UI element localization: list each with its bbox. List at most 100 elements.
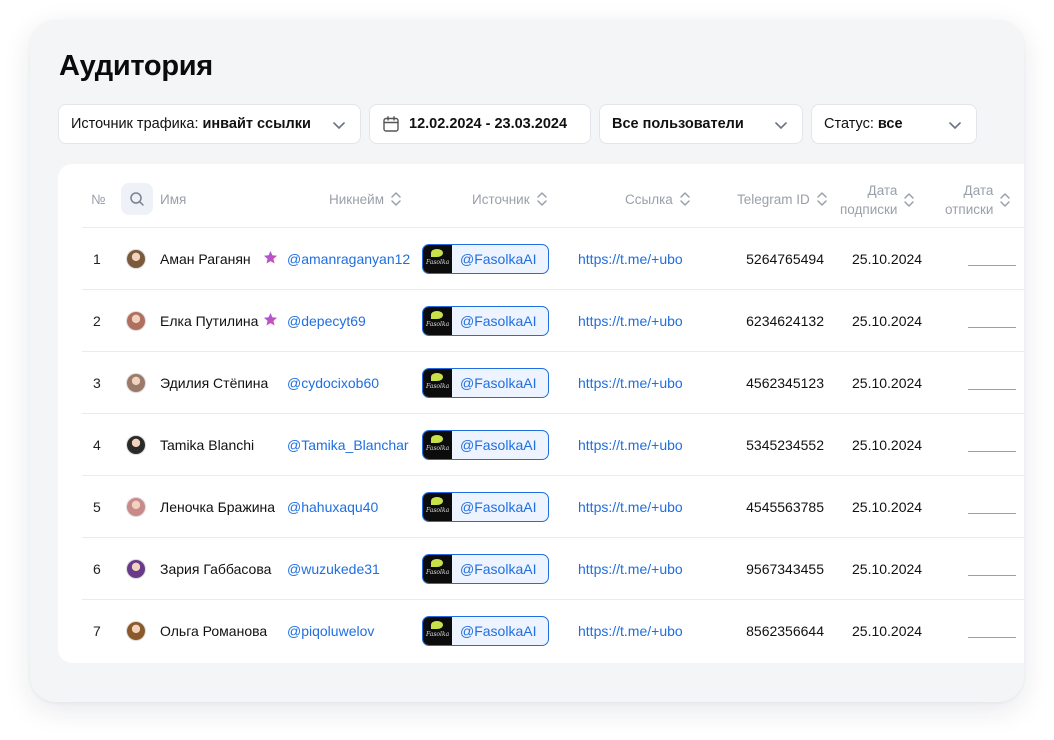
col-link-sort[interactable]: Ссылка xyxy=(625,191,691,207)
nickname-link[interactable]: @Tamika_Blanchar xyxy=(287,437,409,453)
source-chip[interactable]: Fasolka @FasolkaAI xyxy=(422,306,549,336)
table-row[interactable]: 2 Елка Путилина @depecyt69 Fasolka @FasolkaA… xyxy=(82,289,1024,351)
table-row[interactable]: 1 Аман Раганян @amanraganyan12 Fasolka @Faso… xyxy=(82,227,1024,289)
subscription-date: 25.10.2024 xyxy=(852,313,923,329)
users-select-value: Все пользователи xyxy=(612,116,744,132)
table-row[interactable]: 4 Tamika Blanchi @Tamika_Blanchar Fasolka @F… xyxy=(82,413,1024,475)
user-name: Зария Габбасова xyxy=(160,561,272,577)
row-number: 5 xyxy=(93,499,101,515)
col-unsub-date-line2: отписки xyxy=(945,202,994,217)
avatar xyxy=(126,621,146,641)
unsubscription-date-empty xyxy=(968,513,1016,514)
col-name: Имя xyxy=(160,192,187,207)
chevron-down-icon xyxy=(949,122,961,129)
invite-link[interactable]: https://t.me/+ubo xyxy=(578,437,683,453)
col-sub-date-sort[interactable]: Дата подписки xyxy=(840,181,915,219)
col-unsub-date-sort[interactable]: Дата отписки xyxy=(945,181,1011,219)
audience-table: № Имя Никнейм Источник Ссылка Telegram I… xyxy=(58,164,1024,663)
unsubscription-date-empty xyxy=(968,389,1016,390)
col-unsub-date-line1: Дата xyxy=(963,183,994,198)
source-handle: @FasolkaAI xyxy=(460,437,537,453)
col-nickname-sort[interactable]: Никнейм xyxy=(329,191,402,207)
nickname-link[interactable]: @depecyt69 xyxy=(287,313,366,329)
nickname-link[interactable]: @piqoluwelov xyxy=(287,623,374,639)
nickname-link[interactable]: @cydocixob60 xyxy=(287,375,379,391)
col-source-sort[interactable]: Источник xyxy=(472,191,548,207)
invite-link[interactable]: https://t.me/+ubo xyxy=(578,623,683,639)
nickname-link[interactable]: @wuzukede31 xyxy=(287,561,380,577)
row-number: 1 xyxy=(93,251,101,267)
source-chip[interactable]: Fasolka @FasolkaAI xyxy=(422,554,549,584)
unsubscription-date-empty xyxy=(968,327,1016,328)
status-value: все xyxy=(877,116,903,132)
source-handle: @FasolkaAI xyxy=(460,375,537,391)
telegram-id: 5264765494 xyxy=(746,251,824,267)
nickname-link[interactable]: @hahuxaqu40 xyxy=(287,499,378,515)
calendar-icon xyxy=(383,116,399,132)
invite-link[interactable]: https://t.me/+ubo xyxy=(578,251,683,267)
table-row[interactable]: 5 Леночка Бражина @hahuxaqu40 Fasolka @Fasol… xyxy=(82,475,1024,537)
fasolka-logo-icon: Fasolka xyxy=(423,617,452,645)
source-chip[interactable]: Fasolka @FasolkaAI xyxy=(422,492,549,522)
avatar xyxy=(126,435,146,455)
fasolka-logo-icon: Fasolka xyxy=(423,493,452,521)
telegram-id: 4562345123 xyxy=(746,375,824,391)
premium-star-icon xyxy=(263,312,278,326)
users-select[interactable]: Все пользователи xyxy=(599,104,803,144)
col-telegram-id-sort[interactable]: Telegram ID xyxy=(737,191,828,207)
telegram-id: 9567343455 xyxy=(746,561,824,577)
table-header: № Имя Никнейм Источник Ссылка Telegram I… xyxy=(58,164,1024,228)
source-handle: @FasolkaAI xyxy=(460,251,537,267)
sort-icon xyxy=(680,192,690,206)
invite-link[interactable]: https://t.me/+ubo xyxy=(578,313,683,329)
subscription-date: 25.10.2024 xyxy=(852,561,923,577)
user-name: Елка Путилина xyxy=(160,313,259,329)
unsubscription-date-empty xyxy=(968,637,1016,638)
col-telegram-id: Telegram ID xyxy=(737,191,810,207)
avatar xyxy=(126,559,146,579)
fasolka-logo-icon: Fasolka xyxy=(423,431,452,459)
chevron-down-icon xyxy=(775,122,787,129)
sort-icon xyxy=(536,192,547,206)
fasolka-logo-icon: Fasolka xyxy=(423,555,452,583)
subscription-date: 25.10.2024 xyxy=(852,251,923,267)
traffic-source-select[interactable]: Источник трафика: инвайт ссылки xyxy=(58,104,361,144)
source-handle: @FasolkaAI xyxy=(460,561,537,577)
source-chip[interactable]: Fasolka @FasolkaAI xyxy=(422,368,549,398)
invite-link[interactable]: https://t.me/+ubo xyxy=(578,561,683,577)
invite-link[interactable]: https://t.me/+ubo xyxy=(578,375,683,391)
source-chip[interactable]: Fasolka @FasolkaAI xyxy=(422,244,549,274)
table-row[interactable]: 3 Эдилия Стёпина @cydocixob60 Fasolka @Fasol… xyxy=(82,351,1024,413)
chevron-down-icon xyxy=(333,122,345,129)
user-name: Эдилия Стёпина xyxy=(160,375,269,391)
avatar xyxy=(126,311,146,331)
row-number: 6 xyxy=(93,561,101,577)
invite-link[interactable]: https://t.me/+ubo xyxy=(578,499,683,515)
source-chip[interactable]: Fasolka @FasolkaAI xyxy=(422,430,549,460)
table-search-button[interactable] xyxy=(121,183,153,215)
source-handle: @FasolkaAI xyxy=(460,623,537,639)
telegram-id: 6234624132 xyxy=(746,313,824,329)
telegram-id: 4545563785 xyxy=(746,499,824,515)
date-range-picker[interactable]: 12.02.2024 - 23.03.2024 xyxy=(369,104,591,144)
col-num: № xyxy=(91,192,106,207)
traffic-source-label: Источник трафика: xyxy=(71,116,199,132)
col-sub-date-line2: подписки xyxy=(840,202,898,217)
avatar xyxy=(126,497,146,517)
telegram-id: 8562356644 xyxy=(746,623,824,639)
subscription-date: 25.10.2024 xyxy=(852,437,923,453)
source-chip[interactable]: Fasolka @FasolkaAI xyxy=(422,616,549,646)
subscription-date: 25.10.2024 xyxy=(852,499,923,515)
nickname-link[interactable]: @amanraganyan12 xyxy=(287,251,410,267)
user-name: Ольга Романова xyxy=(160,623,268,639)
status-select[interactable]: Статус: все xyxy=(811,104,977,144)
page-title: Аудитория xyxy=(59,50,213,82)
fasolka-logo-icon: Fasolka xyxy=(423,307,452,335)
source-handle: @FasolkaAI xyxy=(460,313,537,329)
source-handle: @FasolkaAI xyxy=(460,499,537,515)
row-number: 4 xyxy=(93,437,101,453)
sort-icon xyxy=(817,192,827,206)
unsubscription-date-empty xyxy=(968,265,1016,266)
table-row[interactable]: 7 Ольга Романова @piqoluwelov Fasolka @Fasol… xyxy=(82,599,1024,661)
table-row[interactable]: 6 Зария Габбасова @wuzukede31 Fasolka @Fasol… xyxy=(82,537,1024,599)
